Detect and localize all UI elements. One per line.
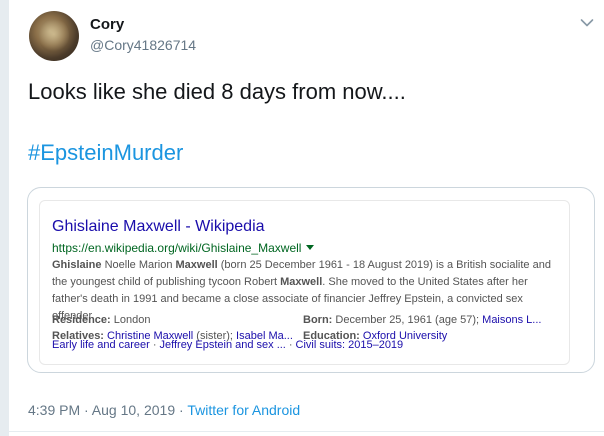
attached-image-card[interactable]: Ghislaine Maxwell - Wikipedia https://en… (27, 187, 595, 373)
sitelink: Civil suits: 2015–2019 (295, 339, 404, 351)
timestamp-separator: · (175, 402, 188, 418)
tweet-text: Looks like she died 8 days from now.... (28, 79, 406, 104)
sitelink: Jeffrey Epstein and sex ... (159, 339, 286, 351)
fact-label: Born: (303, 314, 333, 326)
tweet-timestamp: 4:39 PM · Aug 10, 2019 · Twitter for And… (28, 402, 300, 418)
timeline-left-border (0, 0, 9, 436)
fact-link: Maisons L... (482, 314, 542, 326)
author-handle[interactable]: @Cory41826714 (90, 37, 196, 53)
tweet: Cory @Cory41826714 Looks like she died 8… (9, 0, 604, 436)
sitelink-separator: · (288, 339, 293, 351)
fact-value: London (113, 314, 151, 326)
divider (9, 431, 604, 432)
result-title: Ghislaine Maxwell - Wikipedia (52, 218, 265, 235)
snippet-text: Noelle Marion (101, 259, 176, 271)
author-name[interactable]: Cory (90, 16, 124, 33)
caret-down-icon (306, 245, 315, 250)
snippet-bold-surname: Maxwell (280, 276, 323, 288)
hashtag-link[interactable]: #EpsteinMurder (28, 139, 183, 167)
result-url: https://en.wikipedia.org/wiki/Ghislaine_… (52, 241, 315, 255)
fact-value: December 25, 1961 (age 57); (335, 314, 480, 326)
sitelink-separator: · (152, 339, 157, 351)
google-result-screenshot: Ghislaine Maxwell - Wikipedia https://en… (39, 200, 570, 365)
result-url-text: https://en.wikipedia.org/wiki/Ghislaine_… (52, 241, 302, 255)
fact-born: Born: December 25, 1961 (age 57); Maison… (303, 312, 541, 329)
timestamp-text[interactable]: 4:39 PM · Aug 10, 2019 (28, 402, 175, 418)
sitelink: Early life and career (52, 339, 150, 351)
avatar[interactable] (29, 11, 79, 61)
snippet-bold-surname: Maxwell (175, 259, 218, 271)
fact-label: Residence: (52, 314, 111, 326)
snippet-bold-name: Ghislaine (52, 259, 102, 271)
chevron-down-icon[interactable] (580, 18, 594, 28)
client-link[interactable]: Twitter for Android (187, 402, 300, 418)
result-sitelinks: Early life and career · Jeffrey Epstein an… (52, 339, 403, 351)
fact-residence: Residence: London (52, 312, 150, 329)
